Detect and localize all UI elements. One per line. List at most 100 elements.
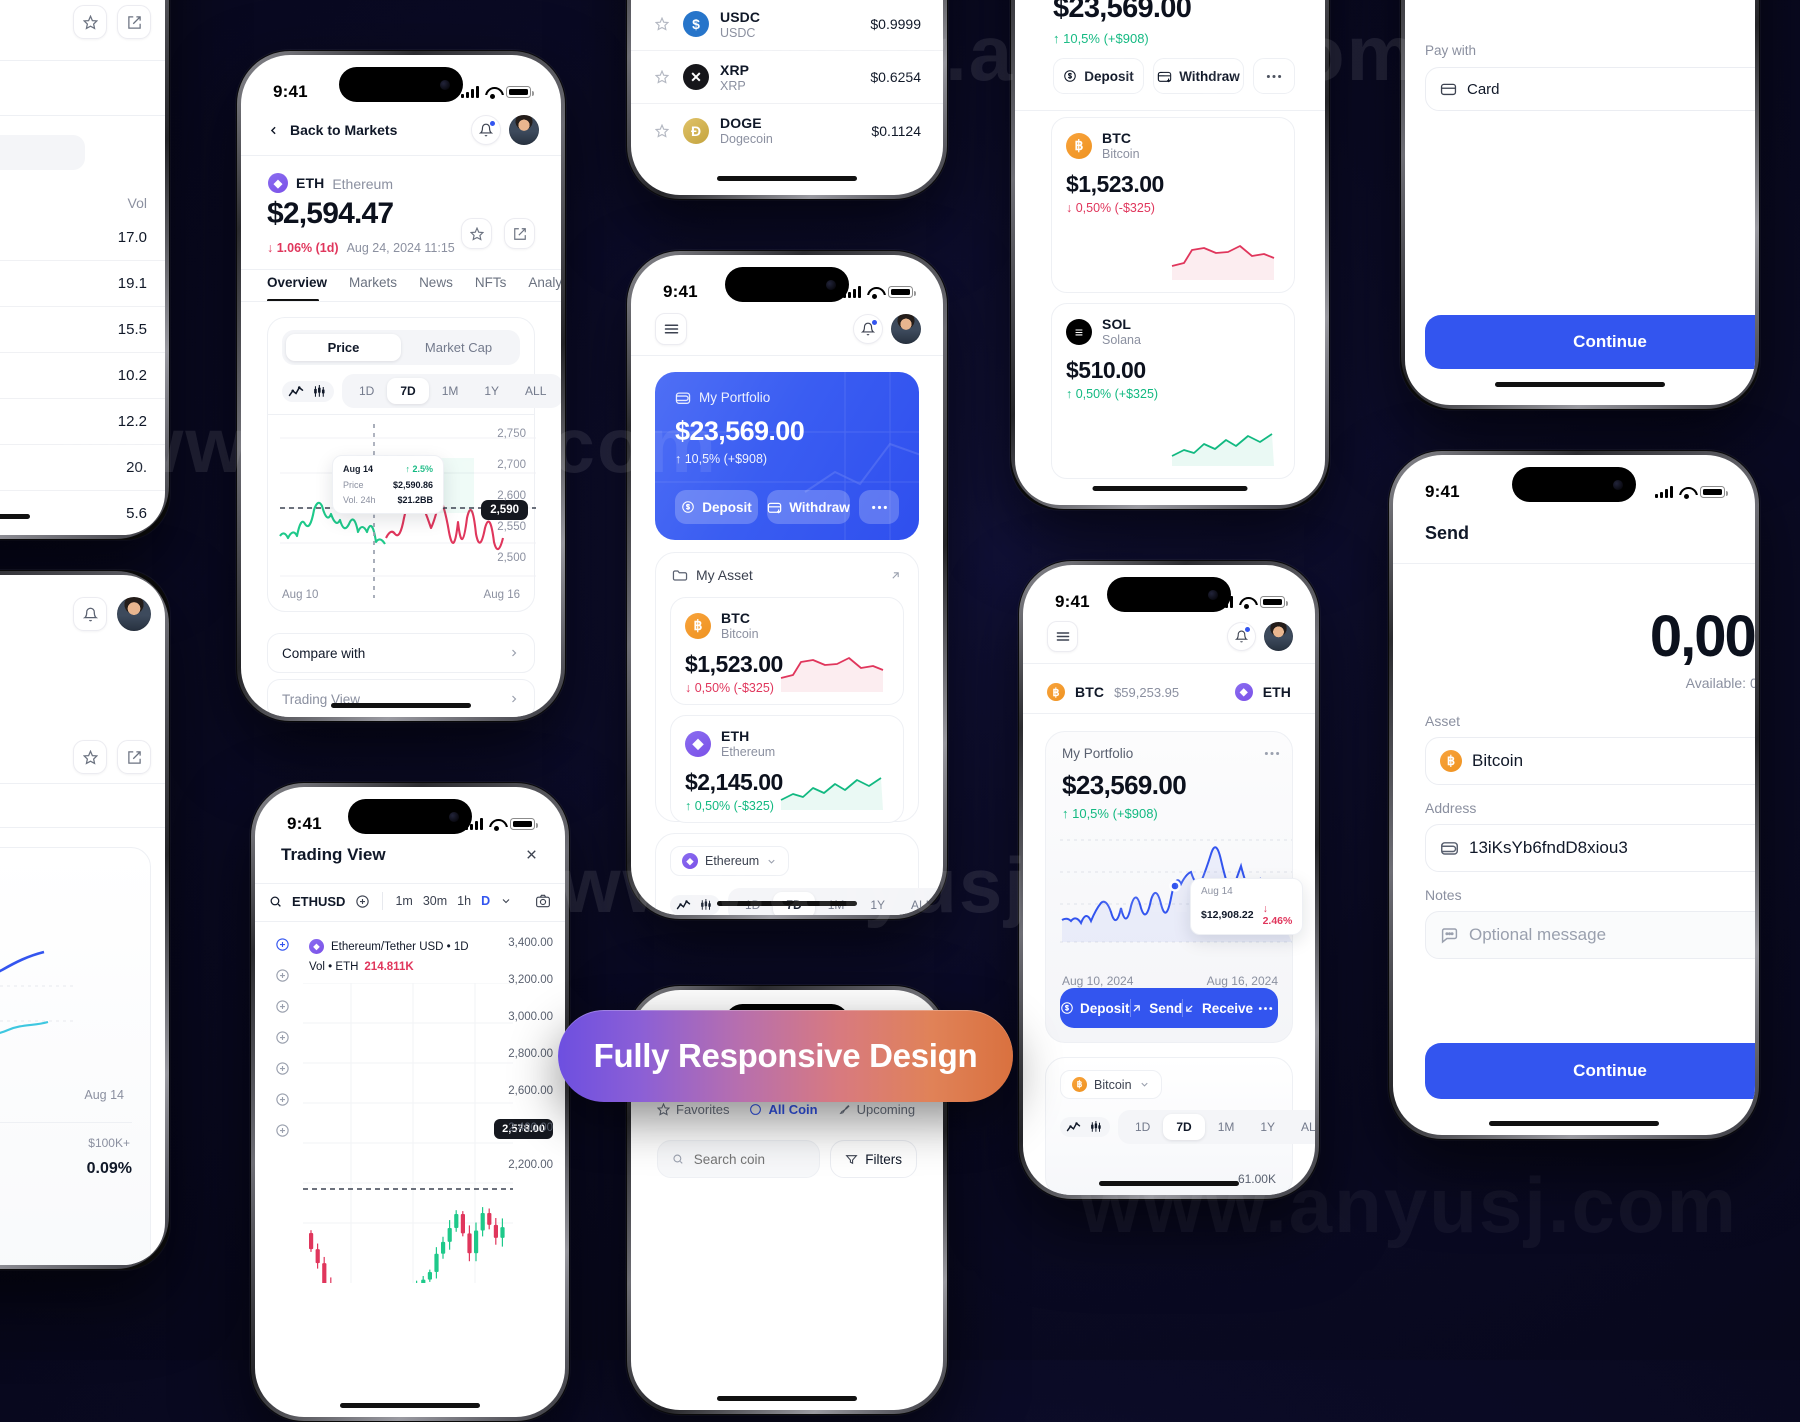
tab-favorites[interactable]: Favorites — [657, 1102, 729, 1117]
back-to-markets-label[interactable]: Back to Markets — [290, 122, 397, 138]
address-field[interactable]: 13iKsYb6fndD8xiou3 — [1425, 824, 1755, 872]
range-7d[interactable]: 7D — [1163, 1114, 1205, 1140]
continue-button[interactable]: Continue — [1425, 1043, 1755, 1099]
left-panel-segments[interactable]: Spot Perpetual Futures — [0, 135, 85, 170]
add-icon[interactable] — [275, 968, 290, 983]
add-icon[interactable] — [275, 1061, 290, 1076]
avatar[interactable] — [509, 115, 539, 145]
candlestick-icon[interactable] — [312, 384, 328, 398]
send-button[interactable]: Send — [1130, 1001, 1182, 1016]
range-selector[interactable]: 1D 7D 1M 1Y ALL — [342, 374, 561, 408]
browse-tabs[interactable]: Favorites All Coin Upcoming — [657, 1102, 917, 1117]
asset-card[interactable]: ◆ ETH Ethereum $2,145.00 ↑ 0,50% (-$325) — [670, 715, 904, 823]
receive-button[interactable]: Receive — [1183, 1001, 1253, 1016]
tab-overview[interactable]: Overview — [267, 275, 327, 290]
range-1y[interactable]: 1Y — [471, 378, 512, 404]
coin-row[interactable]: ✕ XRP XRP $0.6254 — [631, 51, 943, 104]
expand-icon[interactable] — [889, 569, 902, 582]
tab-markets[interactable]: Markets — [349, 275, 397, 290]
notifications-button[interactable] — [853, 314, 883, 344]
chart-style-toggle[interactable] — [670, 895, 720, 915]
tab-nfts[interactable]: NFTs — [475, 275, 507, 290]
table-row[interactable]: $2,743.2219.1 — [0, 261, 165, 307]
interval-1h[interactable]: 1h — [457, 894, 471, 908]
search-icon[interactable] — [269, 895, 282, 908]
avatar[interactable] — [1264, 622, 1293, 651]
favorite-star-button[interactable] — [73, 740, 107, 774]
chart-type-toggle[interactable]: Price Market Cap — [282, 330, 520, 365]
avatar[interactable] — [117, 597, 151, 631]
more-button[interactable] — [1253, 58, 1295, 94]
interval-d[interactable]: D — [481, 894, 490, 908]
tv-toolbar[interactable]: ETHUSD 1m 30m 1h D — [269, 892, 551, 910]
avatar[interactable] — [891, 314, 921, 344]
table-row[interactable]: $2,743.2220. — [0, 445, 165, 491]
tab-news[interactable]: News — [419, 275, 453, 290]
chart-style-toggle[interactable] — [1060, 1117, 1110, 1137]
asset-card[interactable]: ฿ BTC Bitcoin $1,523.00 ↓ 0,50% (-$325) — [670, 597, 904, 705]
table-row[interactable]: $2,743.225.6 — [0, 491, 165, 535]
share-button[interactable] — [117, 5, 151, 39]
star-icon[interactable] — [655, 123, 669, 138]
notifications-button[interactable] — [1227, 622, 1256, 651]
favorite-star-button[interactable] — [461, 218, 492, 249]
star-icon[interactable] — [655, 70, 669, 84]
range-all[interactable]: ALL — [898, 892, 943, 915]
chart-style-toggle[interactable] — [282, 380, 334, 402]
toggle-price[interactable]: Price — [286, 334, 401, 361]
refresh-button[interactable] — [73, 597, 107, 631]
range-1m[interactable]: 1M — [1205, 1114, 1248, 1140]
coin-row[interactable]: $ USDC USDC $0.9999 — [631, 0, 943, 51]
deposit-button[interactable]: Deposit — [675, 490, 758, 524]
detail-tabs[interactable]: Overview Markets News NFTs Analytics — [267, 275, 561, 290]
payment-method-field[interactable]: Card — [1425, 67, 1755, 111]
filters-button[interactable]: Filters — [830, 1140, 917, 1178]
search-field[interactable] — [693, 1151, 806, 1167]
camera-icon[interactable] — [535, 894, 551, 908]
deposit-button[interactable]: Deposit — [1060, 1001, 1130, 1016]
star-icon[interactable] — [655, 17, 669, 31]
withdraw-button[interactable]: Withdraw — [767, 490, 850, 524]
ellipsis-icon[interactable] — [1264, 751, 1280, 756]
add-icon[interactable] — [275, 1030, 290, 1045]
candlestick-icon[interactable] — [699, 899, 714, 911]
send-amount[interactable]: 0,005 — [1650, 603, 1755, 670]
add-icon[interactable] — [275, 1123, 290, 1138]
line-chart-icon[interactable] — [1066, 1121, 1081, 1133]
range-all[interactable]: ALL — [1288, 1114, 1315, 1140]
asset-card[interactable]: ฿ BTC Bitcoin $1,523.00 ↓ 0,50% (-$325) — [1051, 117, 1295, 293]
close-button[interactable] — [524, 847, 539, 862]
add-icon[interactable] — [355, 894, 370, 909]
range-selector[interactable]: 1D 7D 1M 1Y ALL — [1118, 1110, 1315, 1144]
tab-analytics[interactable]: Analytics — [528, 275, 561, 290]
trading-view-row[interactable]: Trading View — [267, 679, 535, 717]
search-input[interactable] — [657, 1140, 821, 1178]
wallet-actions-bar[interactable]: Deposit Send Receive — [1060, 988, 1278, 1028]
line-chart-icon[interactable] — [676, 899, 691, 911]
line-chart-icon[interactable] — [288, 385, 304, 398]
range-1m[interactable]: 1M — [429, 378, 472, 404]
coin-selector[interactable]: ◆ Ethereum — [670, 846, 790, 876]
favorite-star-button[interactable] — [73, 5, 107, 39]
deposit-button[interactable]: Deposit — [1053, 58, 1144, 94]
add-icon[interactable] — [275, 1092, 290, 1107]
coin-selector[interactable]: ฿ Bitcoin — [1060, 1070, 1162, 1099]
compare-with-row[interactable]: Compare with — [267, 633, 535, 673]
range-1d[interactable]: 1D — [346, 378, 387, 404]
range-all[interactable]: ALL — [512, 378, 559, 404]
add-icon[interactable] — [275, 937, 290, 952]
interval-1m[interactable]: 1m — [395, 894, 412, 908]
add-icon[interactable] — [275, 999, 290, 1014]
share-button[interactable] — [504, 218, 535, 249]
range-1d[interactable]: 1D — [1122, 1114, 1163, 1140]
withdraw-button[interactable]: Withdraw — [1153, 58, 1244, 94]
notes-field[interactable]: Optional message — [1425, 911, 1755, 959]
asset-field[interactable]: ฿ Bitcoin — [1425, 737, 1755, 785]
chevron-down-icon[interactable] — [500, 895, 512, 907]
chevron-left-icon[interactable] — [267, 124, 280, 137]
table-row[interactable]: $2,743.2212.2 — [0, 399, 165, 445]
menu-button[interactable] — [1047, 621, 1078, 652]
share-button[interactable] — [117, 740, 151, 774]
tv-left-rail[interactable] — [275, 937, 290, 1138]
table-row[interactable]: $2,743.2217.0 — [0, 215, 165, 261]
